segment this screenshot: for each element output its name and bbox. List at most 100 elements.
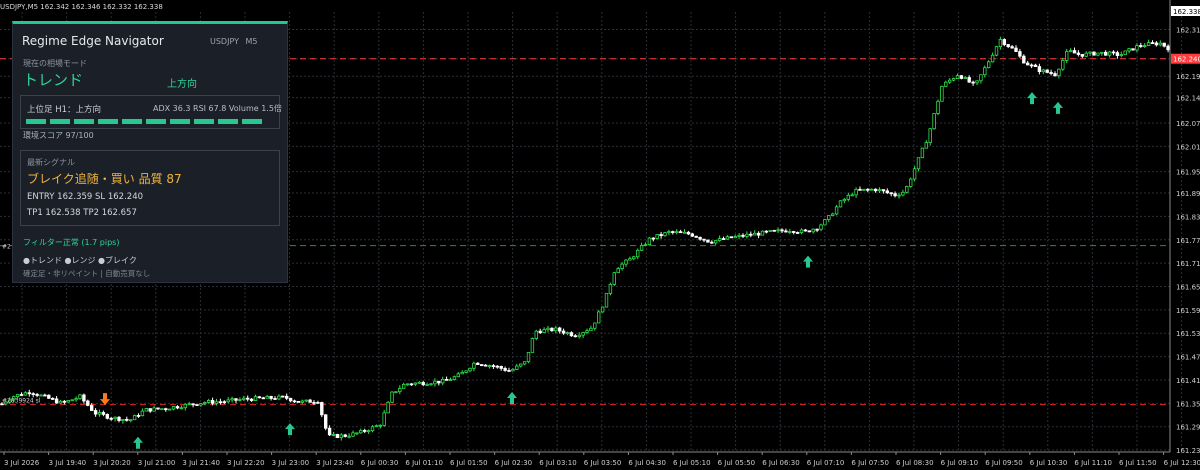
price-tick-label: 161.715 [1176, 260, 1200, 268]
bid-price-label: 162.240 [1173, 56, 1200, 64]
candle-body [667, 231, 671, 234]
candle-body [850, 194, 854, 197]
candle-body [698, 236, 702, 240]
candle-body [1018, 51, 1022, 57]
candle-body [296, 401, 301, 403]
price-tick-label: 161.295 [1176, 424, 1200, 432]
score-segment [146, 119, 166, 124]
candle-body [288, 397, 293, 402]
candle-body [74, 398, 78, 401]
candle-body [503, 368, 507, 371]
candle-body [987, 61, 991, 69]
candle-body [308, 399, 312, 403]
candle-body [101, 412, 106, 415]
candle-body [230, 398, 234, 401]
candle-body [772, 229, 776, 232]
candle-body [624, 259, 628, 265]
candle-body [831, 213, 835, 216]
candle-body [811, 228, 815, 233]
candle-body [284, 395, 289, 399]
candle-body [678, 231, 683, 234]
candle-body [1026, 62, 1030, 66]
candle-body [515, 365, 519, 370]
candle-body [1053, 73, 1057, 77]
time-axis: 3 Jul 2026 3 Jul 19:40 3 Jul 20:20 3 Jul 21… [0, 451, 1200, 467]
score-segment [74, 119, 94, 124]
candle-body [222, 401, 226, 404]
candle-body [335, 434, 340, 439]
candle-body [351, 432, 355, 437]
candle-body [593, 322, 597, 329]
regime-navigator-panel: Regime Edge Navigator USDJPY M5 現在の相場モード… [12, 21, 288, 283]
time-tick-label: 6 Jul 05:10 [673, 459, 711, 467]
candle-body [1002, 39, 1006, 45]
candle-body [854, 188, 858, 196]
candle-body [366, 430, 371, 433]
candle-body [827, 215, 831, 220]
candle-body [581, 332, 585, 336]
price-tick-label: 161.895 [1176, 190, 1200, 198]
candle-body [238, 399, 242, 401]
candle-body [838, 200, 843, 208]
candle-body [885, 190, 889, 194]
candle-body [374, 425, 379, 428]
candle-body [546, 327, 550, 331]
candle-body [109, 417, 113, 420]
candle-body [959, 75, 964, 79]
candle-body [331, 434, 336, 436]
candle-body [93, 410, 98, 415]
candle-body [967, 77, 971, 83]
candle-body [1068, 50, 1073, 52]
candle-body [214, 401, 219, 404]
candle-body [1162, 42, 1166, 47]
candle-body [386, 401, 390, 414]
time-tick-label: 6 Jul 03:50 [584, 459, 622, 467]
candle-body [183, 403, 187, 409]
candle-body [870, 188, 874, 191]
candle-body [1115, 52, 1120, 56]
candle-body [1014, 47, 1018, 52]
price-tick-label: 162.075 [1176, 120, 1200, 128]
chart-header: USDJPY,M5 162.342 162.346 162.332 162.33… [0, 3, 163, 11]
candle-body [1127, 48, 1131, 52]
candle-body [659, 234, 663, 237]
candle-body [448, 379, 453, 381]
candle-body [612, 272, 616, 285]
candle-body [468, 367, 472, 372]
candle-body [429, 383, 433, 386]
score-segment [170, 119, 190, 124]
candle-body [273, 398, 277, 400]
candle-body [565, 332, 570, 335]
candle-body [1072, 50, 1077, 54]
candle-body [873, 188, 878, 192]
time-tick-label: 6 Jul 09:10 [941, 459, 979, 467]
candle-body [195, 404, 199, 406]
candle-body [507, 370, 511, 372]
panel-symbol: USDJPY M5 [210, 37, 258, 46]
candle-body [745, 233, 749, 237]
candle-body [530, 338, 535, 353]
candle-body [675, 231, 679, 234]
candle-body [167, 408, 172, 411]
candle-body [128, 419, 133, 422]
candle-body [1146, 42, 1151, 46]
candle-body [912, 168, 917, 180]
time-tick-label: 3 Jul 20:20 [93, 459, 131, 467]
candle-body [359, 430, 363, 434]
buy-arrow-icon [803, 255, 813, 268]
candle-body [265, 395, 269, 399]
candle-body [304, 399, 308, 402]
candle-body [690, 233, 694, 237]
candle-body [632, 256, 636, 260]
candle-body [897, 194, 901, 197]
candle-body [686, 231, 691, 235]
candle-body [620, 263, 624, 269]
candle-body [70, 399, 74, 402]
candle-body [398, 387, 402, 393]
mode-value: トレンド [23, 71, 84, 89]
candle-body [261, 397, 265, 400]
candle-body [370, 426, 375, 432]
candle-body [62, 400, 67, 403]
score-segment [218, 119, 238, 124]
score-segment [98, 119, 118, 124]
